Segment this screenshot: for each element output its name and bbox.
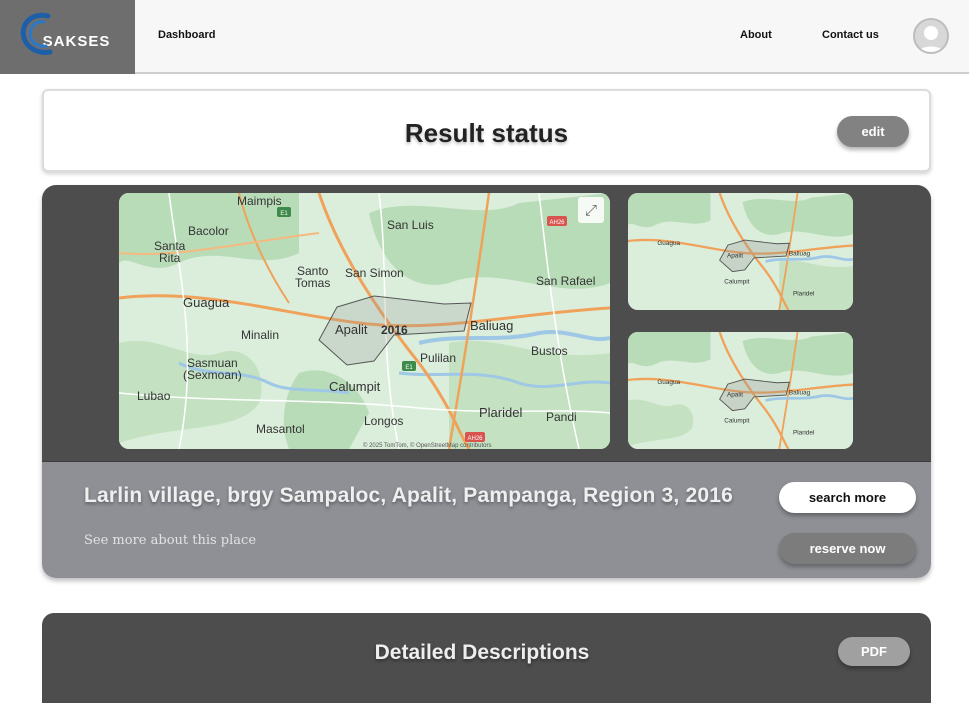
thumb1-label-plaridel: Plaridel — [793, 290, 814, 297]
map-label-sexmoan: (Sexmoan) — [183, 368, 242, 382]
map-label-pulilan: Pulilan — [420, 351, 456, 365]
thumbnail-map-2-canvas: Apalit Baliuag Guagua Calumpit Plaridel — [628, 332, 853, 449]
place-result-panel: E1 E1 AH26 AH26 Maimpis Bacolor Santa Ri… — [42, 185, 931, 578]
see-more-link[interactable]: See more about this place — [84, 533, 256, 548]
map-label-san-luis: San Luis — [387, 218, 434, 232]
thumb2-label-plaridel: Plaridel — [793, 429, 814, 436]
thumb1-label-calumpit: Calumpit — [724, 278, 749, 285]
map-label-bacolor: Bacolor — [188, 224, 229, 238]
map-label-plaridel: Plaridel — [479, 405, 522, 420]
map-label-ah26-bottom: AH26 — [467, 436, 483, 442]
map-gallery: E1 E1 AH26 AH26 Maimpis Bacolor Santa Ri… — [42, 185, 931, 461]
nav-dashboard-link[interactable]: Dashboard — [158, 29, 215, 41]
map-label-calumpit: Calumpit — [329, 379, 381, 394]
map-attribution: © 2025 TomTom, © OpenStreetMap contribut… — [363, 442, 491, 449]
map-label-lubao: Lubao — [137, 389, 171, 403]
thumb2-label-guagua: Guagua — [657, 379, 680, 386]
top-navbar: SAKSES Dashboard About Contact us — [0, 0, 969, 74]
map-label-maimpis: Maimpis — [237, 194, 282, 208]
map-label-baliuag: Baliuag — [470, 318, 513, 333]
edit-button[interactable]: edit — [837, 116, 909, 147]
map-label-guagua: Guagua — [183, 295, 230, 310]
map-label-ah26-top: AH26 — [549, 220, 565, 226]
user-icon — [918, 26, 944, 52]
thumb2-label-calumpit: Calumpit — [724, 417, 749, 424]
thumbnail-map-1[interactable]: Apalit Baliuag Guagua Calumpit Plaridel — [628, 193, 853, 310]
thumb1-label-guagua: Guagua — [657, 240, 680, 247]
map-label-bustos: Bustos — [531, 344, 568, 358]
search-more-button[interactable]: search more — [779, 482, 916, 513]
result-status-card: Result status edit — [42, 89, 931, 172]
map-label-tomas: Tomas — [295, 276, 330, 290]
reserve-now-button[interactable]: reserve now — [779, 533, 916, 564]
map-label-pandi: Pandi — [546, 410, 577, 424]
map-canvas: E1 E1 AH26 AH26 Maimpis Bacolor Santa Ri… — [119, 193, 610, 449]
nav-about-link[interactable]: About — [740, 29, 772, 41]
map-label-masantol: Masantol — [256, 422, 305, 436]
page-title: Result status — [404, 118, 569, 148]
logo[interactable]: SAKSES — [0, 0, 135, 74]
map-label-san-simon: San Simon — [345, 266, 404, 280]
thumb1-label-apalit: Apalit — [727, 252, 743, 259]
section-title: Detailed Descriptions — [374, 641, 590, 664]
nav-contact-link[interactable]: Contact us — [822, 29, 879, 41]
place-address: Larlin village, brgy Sampaloc, Apalit, P… — [84, 484, 734, 507]
main-map[interactable]: E1 E1 AH26 AH26 Maimpis Bacolor Santa Ri… — [119, 193, 610, 449]
place-info: Larlin village, brgy Sampaloc, Apalit, P… — [42, 461, 931, 578]
map-label-rita: Rita — [159, 251, 181, 265]
thumbnail-map-2[interactable]: Apalit Baliuag Guagua Calumpit Plaridel — [628, 332, 853, 449]
map-label-e1-bottom: E1 — [405, 365, 413, 371]
thumb2-label-baliuag: Baliuag — [789, 390, 811, 397]
thumb2-label-apalit: Apalit — [727, 391, 743, 398]
map-label-longos: Longos — [364, 414, 403, 428]
map-label-san-rafael: San Rafael — [536, 274, 595, 288]
map-label-apalit: Apalit — [335, 322, 368, 337]
detailed-descriptions-card: Detailed Descriptions PDF — [42, 613, 931, 703]
thumb1-label-baliuag: Baliuag — [789, 251, 811, 258]
avatar[interactable] — [913, 18, 949, 54]
logo-swirl-icon — [20, 12, 53, 55]
thumbnail-map-1-canvas: Apalit Baliuag Guagua Calumpit Plaridel — [628, 193, 853, 310]
map-label-e1-top: E1 — [280, 211, 288, 217]
pdf-button[interactable]: PDF — [838, 637, 910, 666]
expand-icon[interactable]: ⤢ — [578, 197, 604, 223]
map-label-minalin: Minalin — [241, 328, 279, 342]
map-label-year: 2016 — [381, 323, 408, 337]
